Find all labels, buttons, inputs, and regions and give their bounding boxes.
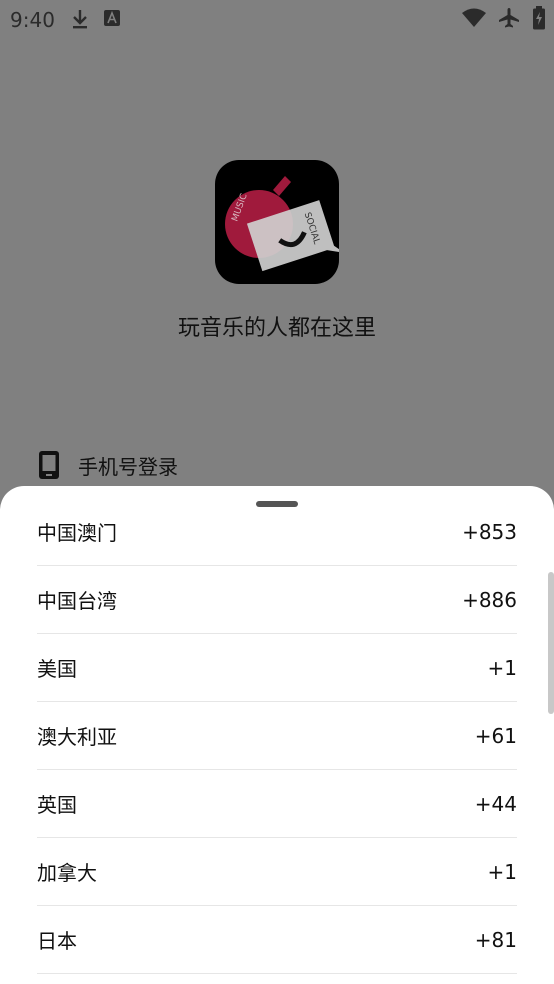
phone-icon [36,450,62,480]
wifi-icon [462,8,486,28]
country-code: +886 [462,587,517,612]
a-icon [104,10,120,26]
country-item-uk[interactable]: 英国 +44 [37,770,517,838]
country-code: +1 [487,655,517,680]
phone-login-label: 手机号登录 [78,454,178,479]
country-name: 美国 [37,657,77,681]
airplane-icon [498,7,520,29]
country-name: 中国澳门 [37,521,117,545]
country-item-usa[interactable]: 美国 +1 [37,634,517,702]
country-item-australia[interactable]: 澳大利亚 +61 [37,702,517,770]
country-list: 中国澳门 +853 中国台湾 +886 美国 +1 澳大利亚 +61 英国 +4… [37,498,517,974]
battery-icon [532,6,546,30]
country-item-japan[interactable]: 日本 +81 [37,906,517,974]
slogan-text: 玩音乐的人都在这里 [177,316,376,341]
list-scrollbar[interactable] [548,572,554,714]
country-item-taiwan[interactable]: 中国台湾 +886 [37,566,517,634]
country-name: 加拿大 [37,861,97,885]
status-bar: 9:40 [0,0,554,40]
country-name: 日本 [37,929,77,953]
app-logo: MUSIC SOCIAL [215,160,339,284]
country-code: +81 [474,927,517,952]
country-code: +61 [474,723,517,748]
country-code: +44 [474,791,517,816]
country-item-canada[interactable]: 加拿大 +1 [37,838,517,906]
status-time: 9:40 [10,8,55,32]
country-code-sheet: 中国澳门 +853 中国台湾 +886 美国 +1 澳大利亚 +61 英国 +4… [0,486,554,984]
country-code: +853 [462,519,517,544]
download-icon [70,8,90,30]
country-name: 英国 [37,793,77,817]
phone-login-button[interactable]: 手机号登录 [36,450,178,480]
country-code: +1 [487,859,517,884]
country-name: 中国台湾 [37,589,117,613]
country-item-macau[interactable]: 中国澳门 +853 [37,498,517,566]
country-name: 澳大利亚 [37,725,117,749]
